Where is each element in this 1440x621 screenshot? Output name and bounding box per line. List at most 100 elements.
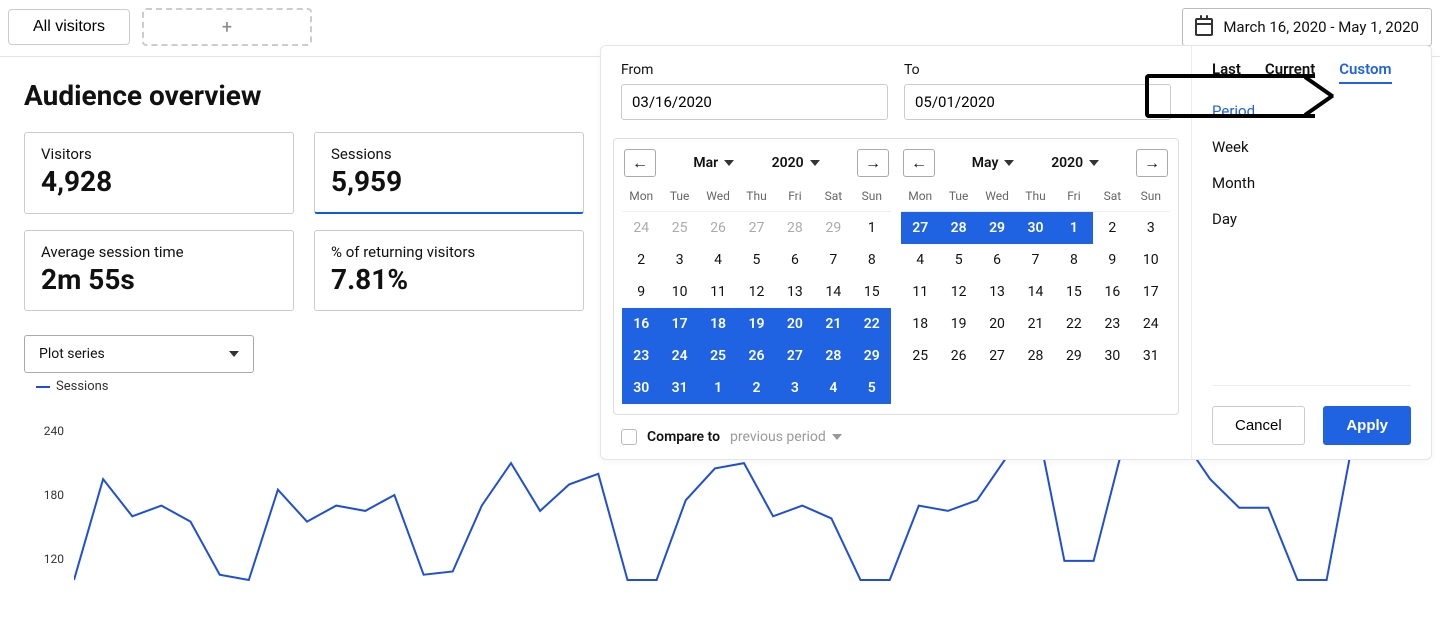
calendar-day[interactable]: 29: [814, 212, 852, 244]
date-range-button[interactable]: March 16, 2020 - May 1, 2020: [1182, 8, 1432, 46]
calendar-day[interactable]: 25: [699, 340, 737, 372]
prev-month-button-left[interactable]: ←: [624, 149, 656, 177]
segment-all-visitors[interactable]: All visitors: [8, 9, 130, 45]
calendar-day[interactable]: 16: [622, 308, 660, 340]
calendar-day[interactable]: 14: [1016, 276, 1054, 308]
range-option[interactable]: Week: [1212, 138, 1411, 156]
calendar-day[interactable]: 7: [1016, 244, 1054, 276]
calendar-day[interactable]: 28: [939, 212, 977, 244]
compare-period-select[interactable]: previous period: [730, 429, 842, 445]
plot-series-select[interactable]: Plot series: [24, 335, 254, 373]
calendar-day[interactable]: 4: [814, 372, 852, 404]
range-tab[interactable]: Last: [1212, 60, 1241, 84]
range-tab[interactable]: Current: [1265, 60, 1315, 84]
calendar-day[interactable]: 9: [1093, 244, 1131, 276]
calendar-day[interactable]: 17: [660, 308, 698, 340]
calendar-day[interactable]: 25: [901, 340, 939, 372]
calendar-day[interactable]: 22: [1055, 308, 1093, 340]
calendar-day[interactable]: 29: [853, 340, 891, 372]
calendar-day[interactable]: 4: [901, 244, 939, 276]
calendar-day[interactable]: 8: [1055, 244, 1093, 276]
calendar-day[interactable]: 3: [660, 244, 698, 276]
calendar-day[interactable]: 15: [1055, 276, 1093, 308]
calendar-day[interactable]: 2: [1093, 212, 1131, 244]
from-input[interactable]: [621, 84, 888, 120]
calendar-day[interactable]: 1: [853, 212, 891, 244]
calendar-day[interactable]: 10: [1132, 244, 1170, 276]
calendar-day[interactable]: 26: [939, 340, 977, 372]
year-select-left[interactable]: 2020: [772, 155, 820, 171]
month-select-right[interactable]: May: [972, 155, 1015, 171]
calendar-day[interactable]: 11: [901, 276, 939, 308]
calendar-day[interactable]: 22: [853, 308, 891, 340]
calendar-day[interactable]: 27: [901, 212, 939, 244]
calendar-day[interactable]: 28: [776, 212, 814, 244]
calendar-day[interactable]: 12: [737, 276, 775, 308]
calendar-day[interactable]: 24: [1132, 308, 1170, 340]
calendar-day[interactable]: 25: [660, 212, 698, 244]
calendar-day[interactable]: 16: [1093, 276, 1131, 308]
calendar-day[interactable]: 26: [737, 340, 775, 372]
range-option[interactable]: Period: [1212, 102, 1411, 120]
calendar-day[interactable]: 17: [1132, 276, 1170, 308]
calendar-day[interactable]: 24: [660, 340, 698, 372]
apply-button[interactable]: Apply: [1323, 406, 1411, 445]
to-input[interactable]: [904, 84, 1171, 120]
calendar-day[interactable]: 5: [737, 244, 775, 276]
calendar-day[interactable]: 28: [1016, 340, 1054, 372]
calendar-day[interactable]: 31: [660, 372, 698, 404]
metric-card[interactable]: Sessions5,959: [314, 132, 584, 214]
cancel-button[interactable]: Cancel: [1212, 406, 1305, 445]
calendar-day[interactable]: 4: [699, 244, 737, 276]
calendar-day[interactable]: 2: [622, 244, 660, 276]
range-tab[interactable]: Custom: [1339, 60, 1391, 84]
calendar-day[interactable]: 8: [853, 244, 891, 276]
calendar-day[interactable]: 29: [1055, 340, 1093, 372]
range-option[interactable]: Day: [1212, 210, 1411, 228]
month-select-left[interactable]: Mar: [693, 155, 734, 171]
calendar-day[interactable]: 20: [978, 308, 1016, 340]
calendar-day[interactable]: 6: [776, 244, 814, 276]
calendar-day[interactable]: 13: [776, 276, 814, 308]
metric-card[interactable]: Visitors4,928: [24, 132, 294, 214]
next-month-button-right[interactable]: →: [1136, 149, 1168, 177]
calendar-day[interactable]: 13: [978, 276, 1016, 308]
calendar-day[interactable]: 12: [939, 276, 977, 308]
calendar-day[interactable]: 23: [1093, 308, 1131, 340]
calendar-day[interactable]: 5: [939, 244, 977, 276]
calendar-day[interactable]: 29: [978, 212, 1016, 244]
calendar-day[interactable]: 15: [853, 276, 891, 308]
range-option[interactable]: Month: [1212, 174, 1411, 192]
calendar-day[interactable]: 19: [737, 308, 775, 340]
next-month-button-left[interactable]: →: [857, 149, 889, 177]
calendar-day[interactable]: 23: [622, 340, 660, 372]
calendar-day[interactable]: 18: [901, 308, 939, 340]
calendar-day[interactable]: 30: [1093, 340, 1131, 372]
calendar-day[interactable]: 30: [622, 372, 660, 404]
calendar-day[interactable]: 6: [978, 244, 1016, 276]
calendar-day[interactable]: 11: [699, 276, 737, 308]
calendar-day[interactable]: 27: [737, 212, 775, 244]
calendar-day[interactable]: 26: [699, 212, 737, 244]
calendar-day[interactable]: 18: [699, 308, 737, 340]
metric-card[interactable]: Average session time2m 55s: [24, 230, 294, 311]
metric-card[interactable]: % of returning visitors7.81%: [314, 230, 584, 311]
calendar-day[interactable]: 5: [853, 372, 891, 404]
calendar-day[interactable]: 2: [737, 372, 775, 404]
calendar-day[interactable]: 30: [1016, 212, 1054, 244]
calendar-day[interactable]: 28: [814, 340, 852, 372]
calendar-day[interactable]: 9: [622, 276, 660, 308]
calendar-day[interactable]: 24: [622, 212, 660, 244]
calendar-day[interactable]: 1: [699, 372, 737, 404]
calendar-day[interactable]: 27: [978, 340, 1016, 372]
calendar-day[interactable]: 31: [1132, 340, 1170, 372]
calendar-day[interactable]: 3: [776, 372, 814, 404]
calendar-day[interactable]: 27: [776, 340, 814, 372]
calendar-day[interactable]: 19: [939, 308, 977, 340]
add-segment-button[interactable]: +: [142, 8, 312, 46]
compare-checkbox[interactable]: [621, 429, 637, 445]
prev-month-button-right[interactable]: ←: [903, 149, 935, 177]
year-select-right[interactable]: 2020: [1051, 155, 1099, 171]
calendar-day[interactable]: 1: [1055, 212, 1093, 244]
calendar-day[interactable]: 3: [1132, 212, 1170, 244]
